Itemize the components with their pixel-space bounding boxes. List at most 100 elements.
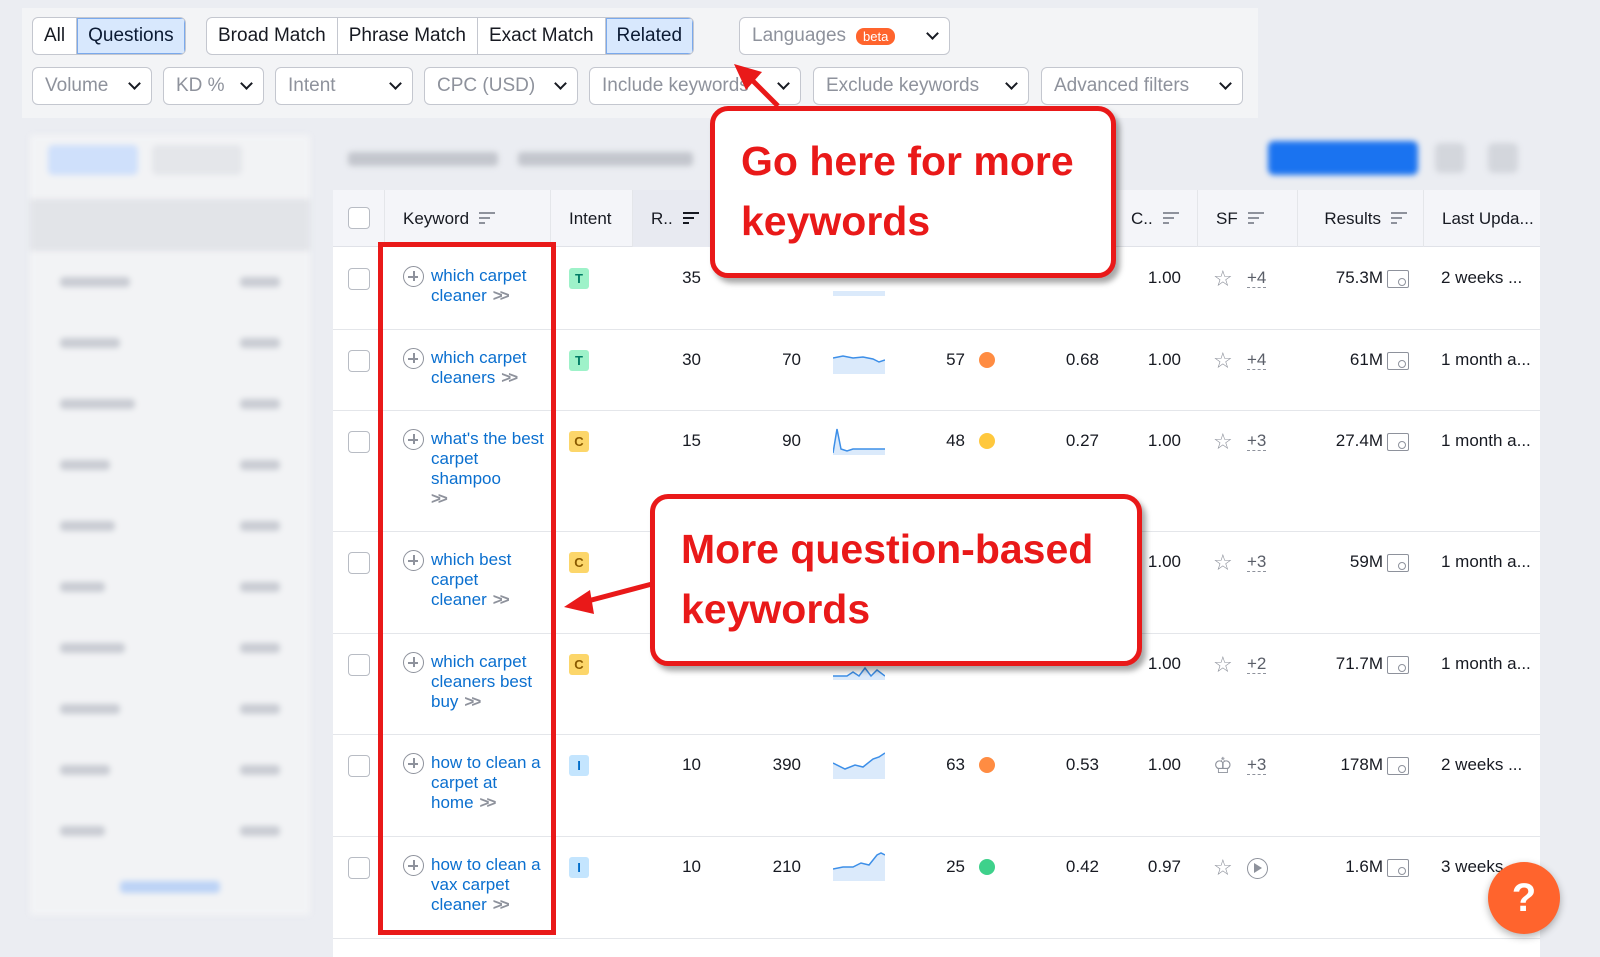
star-icon[interactable]: ☆	[1213, 857, 1233, 879]
sf-more-link[interactable]: +3	[1247, 756, 1267, 775]
sidebar-item[interactable]	[30, 434, 310, 495]
tab-exact-match[interactable]: Exact Match	[478, 18, 606, 54]
sf-more-link[interactable]: +3	[1247, 432, 1267, 451]
match-tabs: All Questions	[32, 17, 186, 55]
languages-label: Languages	[752, 25, 847, 46]
intent-badge: T	[569, 268, 589, 289]
sidebar-item[interactable]	[30, 800, 310, 861]
column-intent[interactable]: Intent	[551, 190, 633, 247]
kd-difficulty-dot	[979, 352, 995, 368]
tab-broad-match[interactable]: Broad Match	[207, 18, 338, 54]
add-to-list-button[interactable]	[1268, 141, 1418, 175]
column-competition[interactable]: C..	[1113, 190, 1198, 247]
row-checkbox[interactable]	[348, 268, 370, 290]
cpc-value: 0.42	[1065, 857, 1099, 876]
settings-icon[interactable]	[1488, 143, 1518, 173]
star-icon[interactable]: ☆	[1213, 431, 1233, 453]
include-keywords-dropdown[interactable]: Include keywords	[589, 67, 801, 105]
tab-phrase-match[interactable]: Phrase Match	[338, 18, 478, 54]
sf-more-link[interactable]: +4	[1247, 351, 1267, 370]
chevron-down-icon	[926, 27, 939, 40]
kd-difficulty-dot	[979, 433, 995, 449]
column-keyword-label: Keyword	[403, 208, 470, 228]
column-rank[interactable]: R..	[633, 190, 713, 247]
column-results[interactable]: Results	[1298, 190, 1424, 247]
sidebar-item[interactable]	[30, 739, 310, 800]
sort-icon	[1162, 212, 1179, 225]
callout-question-keywords: More question-based keywords	[650, 494, 1142, 666]
select-all-cell	[333, 190, 385, 247]
intent-dropdown[interactable]: Intent	[275, 67, 413, 105]
last-update-value: 1 month a...	[1441, 350, 1531, 369]
crown-icon[interactable]: ♔	[1213, 755, 1233, 777]
competition-value: 1.00	[1147, 350, 1181, 369]
exclude-keywords-label: Exclude keywords	[826, 75, 980, 96]
row-checkbox[interactable]	[348, 350, 370, 372]
sort-icon	[479, 212, 496, 225]
advanced-filters-dropdown[interactable]: Advanced filters	[1041, 67, 1243, 105]
kd-dropdown[interactable]: KD %	[163, 67, 264, 105]
languages-dropdown[interactable]: Languages beta	[739, 17, 950, 55]
volume-dropdown[interactable]: Volume	[32, 67, 152, 105]
sf-more-link[interactable]: +3	[1247, 553, 1267, 572]
trend-sparkline	[833, 852, 885, 881]
serp-icon[interactable]	[1387, 757, 1409, 775]
tab-related[interactable]: Related	[605, 18, 694, 54]
sidebar-item[interactable]	[30, 556, 310, 617]
intent-badge: I	[569, 857, 589, 878]
row-checkbox[interactable]	[348, 431, 370, 453]
column-last-update-label: Last Upda...	[1442, 208, 1534, 228]
column-intent-label: Intent	[569, 208, 612, 228]
column-last-update[interactable]: Last Upda...	[1424, 190, 1540, 247]
sidebar-item[interactable]	[30, 312, 310, 373]
help-button[interactable]: ?	[1488, 862, 1560, 934]
star-icon[interactable]: ☆	[1213, 552, 1233, 574]
sidebar-tab[interactable]	[48, 145, 138, 175]
cpc-dropdown[interactable]: CPC (USD)	[424, 67, 578, 105]
sf-more-link[interactable]: +2	[1247, 655, 1267, 674]
competition-value: 1.00	[1147, 431, 1181, 450]
sidebar-item[interactable]	[30, 373, 310, 434]
row-checkbox[interactable]	[348, 654, 370, 676]
sidebar-item[interactable]	[30, 678, 310, 739]
column-results-label: Results	[1324, 208, 1381, 228]
beta-badge: beta	[856, 28, 896, 45]
sidebar-item[interactable]	[30, 495, 310, 556]
exclude-keywords-dropdown[interactable]: Exclude keywords	[813, 67, 1029, 105]
kd-difficulty-dot	[979, 859, 995, 875]
last-update-value: 2 weeks ...	[1441, 268, 1523, 287]
serp-icon[interactable]	[1387, 656, 1409, 674]
video-icon[interactable]	[1247, 858, 1268, 879]
kd-value: 57	[946, 350, 965, 369]
star-icon[interactable]: ☆	[1213, 268, 1233, 290]
rank-value: 35	[682, 268, 701, 287]
serp-icon[interactable]	[1387, 270, 1409, 288]
export-icon[interactable]	[1435, 143, 1465, 173]
sf-more-link[interactable]: +4	[1247, 269, 1267, 288]
column-rank-label: R..	[651, 208, 673, 228]
row-checkbox[interactable]	[348, 552, 370, 574]
sort-icon	[1391, 212, 1407, 225]
serp-icon[interactable]	[1387, 554, 1409, 572]
serp-icon[interactable]	[1387, 433, 1409, 451]
sidebar-item[interactable]	[30, 251, 310, 312]
serp-icon[interactable]	[1387, 352, 1409, 370]
keyword-column-highlight	[378, 242, 556, 935]
column-keyword[interactable]: Keyword	[385, 190, 551, 247]
star-icon[interactable]: ☆	[1213, 350, 1233, 372]
competition-value: 1.00	[1147, 755, 1181, 774]
type-tabs: Broad Match Phrase Match Exact Match Rel…	[206, 17, 695, 55]
column-sf[interactable]: SF	[1198, 190, 1298, 247]
chevron-down-icon	[240, 77, 253, 90]
row-checkbox[interactable]	[348, 755, 370, 777]
sidebar-item[interactable]	[30, 617, 310, 678]
select-all-checkbox[interactable]	[348, 207, 370, 229]
last-update-value: 1 month a...	[1441, 654, 1531, 673]
row-checkbox[interactable]	[348, 857, 370, 879]
tab-all[interactable]: All	[33, 18, 78, 54]
serp-icon[interactable]	[1387, 859, 1409, 877]
star-icon[interactable]: ☆	[1213, 654, 1233, 676]
show-more-link[interactable]	[120, 881, 220, 893]
sidebar-tab[interactable]	[152, 145, 242, 175]
tab-questions[interactable]: Questions	[77, 18, 185, 54]
